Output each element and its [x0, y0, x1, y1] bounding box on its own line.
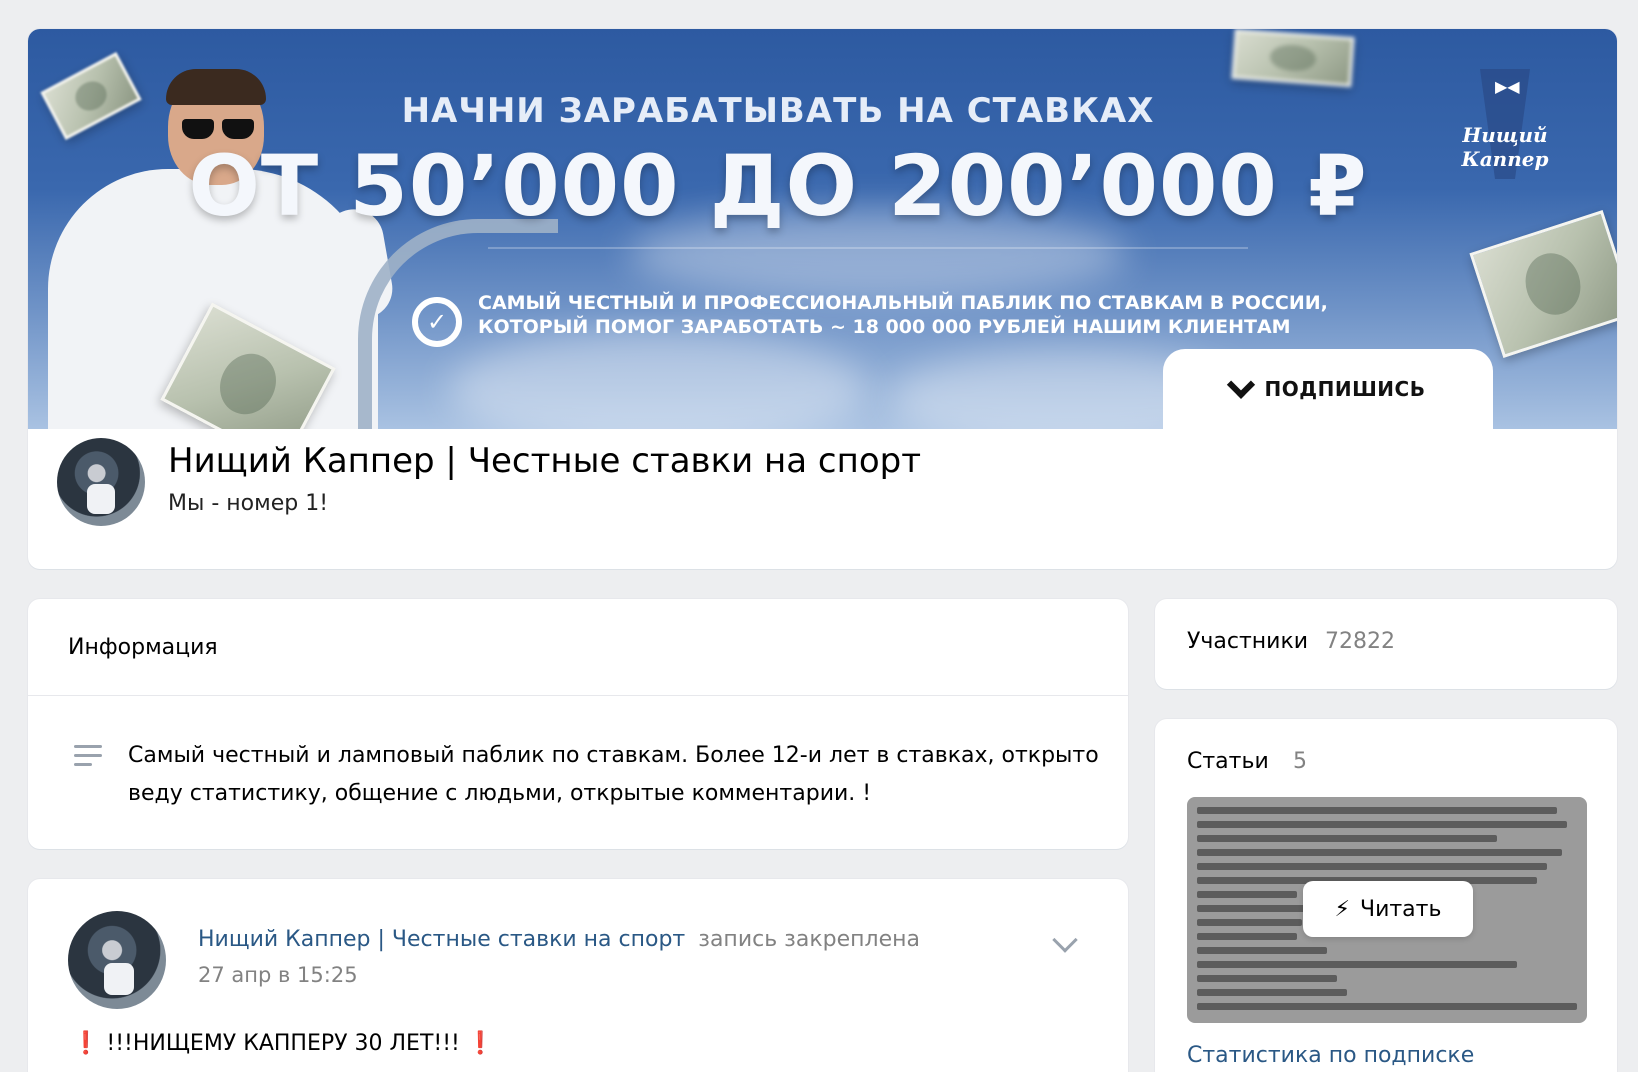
- info-card: Информация Самый честный и ламповый пабл…: [28, 599, 1128, 849]
- verified-badge-icon: ✓: [412, 297, 462, 347]
- articles-label[interactable]: Статьи: [1187, 749, 1269, 774]
- members-count: 72822: [1325, 629, 1395, 654]
- brand-logo: ▶◀ Нищий Каппер: [1440, 69, 1570, 179]
- post-date[interactable]: 27 апр в 15:25: [198, 963, 358, 987]
- group-header-card: НАЧНИ ЗАРАБАТЫВАТЬ НА СТАВКАХ ОТ 50’000 …: [28, 29, 1617, 569]
- info-title: Информация: [68, 635, 218, 660]
- post-pinned-label: запись закреплена: [698, 927, 920, 952]
- group-description: Самый честный и ламповый паблик по ставк…: [128, 743, 1099, 806]
- lightning-icon: ⚡: [1334, 896, 1350, 922]
- chevron-down-icon[interactable]: [1052, 927, 1078, 953]
- article-stats-link[interactable]: Статистика по подписке: [1187, 1043, 1474, 1068]
- articles-count: 5: [1293, 749, 1307, 774]
- subscribe-button[interactable]: ПОДПИШИСЬ: [1163, 349, 1493, 429]
- post-text-content: !!!НИЩЕМУ КАППЕРУ 30 ЛЕТ!!!: [106, 1031, 460, 1056]
- cover-banner[interactable]: НАЧНИ ЗАРАБАТЫВАТЬ НА СТАВКАХ ОТ 50’000 …: [28, 29, 1617, 429]
- read-label: Читать: [1359, 896, 1442, 922]
- read-article-button[interactable]: ⚡ Читать: [1303, 881, 1473, 937]
- members-card[interactable]: Участники 72822: [1155, 599, 1617, 689]
- cover-divider: [488, 247, 1248, 249]
- description-lines-icon: [74, 745, 102, 767]
- group-title: Нищий Каппер | Честные ставки на спорт: [168, 441, 922, 481]
- pinned-post: Нищий Каппер | Честные ставки на спорт з…: [28, 879, 1128, 1072]
- group-status: Мы - номер 1!: [168, 491, 329, 516]
- post-author-link[interactable]: Нищий Каппер | Честные ставки на спорт: [198, 927, 685, 952]
- members-label: Участники: [1187, 629, 1309, 654]
- exclamation-icon: ❗: [466, 1031, 495, 1056]
- post-author-avatar[interactable]: [68, 911, 166, 1009]
- post-author-line: Нищий Каппер | Честные ставки на спорт з…: [198, 927, 920, 952]
- bow-tie-icon: ▶◀: [1495, 77, 1520, 96]
- group-avatar[interactable]: [57, 438, 145, 526]
- cover-tagline: САМЫЙ ЧЕСТНЫЙ И ПРОФЕССИОНАЛЬНЫЙ ПАБЛИК …: [478, 291, 1328, 339]
- money-bill-image: [1231, 29, 1355, 88]
- divider: [28, 695, 1128, 696]
- cover-headline-amount: ОТ 50’000 ДО 200’000 ₽: [188, 137, 1368, 235]
- cover-headline-top: НАЧНИ ЗАРАБАТЫВАТЬ НА СТАВКАХ: [401, 91, 1155, 131]
- post-text: ❗ !!!НИЩЕМУ КАППЕРУ 30 ЛЕТ!!! ❗: [72, 1031, 494, 1056]
- subscribe-label: ПОДПИШИСЬ: [1264, 377, 1426, 401]
- cover-tagline-line: КОТОРЫЙ ПОМОГ ЗАРАБОТАТЬ ~ 18 000 000 РУ…: [478, 316, 1291, 338]
- chevron-down-icon: [1226, 370, 1255, 399]
- exclamation-icon: ❗: [72, 1031, 100, 1056]
- cover-tagline-line: САМЫЙ ЧЕСТНЫЙ И ПРОФЕССИОНАЛЬНЫЙ ПАБЛИК …: [478, 292, 1328, 314]
- brand-logo-text: Нищий Каппер: [1461, 123, 1549, 171]
